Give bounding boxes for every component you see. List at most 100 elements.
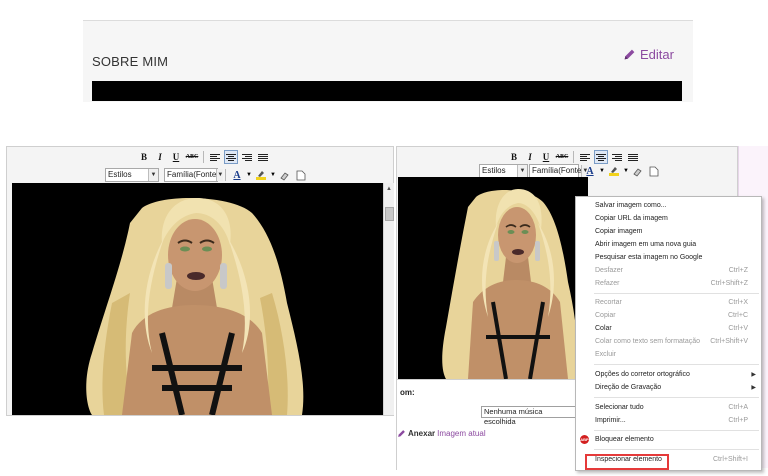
attach-row[interactable]: Anexar Imagem atual bbox=[397, 429, 486, 438]
menu-divider bbox=[594, 397, 759, 398]
align-right-button[interactable] bbox=[240, 150, 254, 164]
editor-image[interactable] bbox=[12, 183, 383, 415]
menu-item-spellcheck-options[interactable]: Opções do corretor ortográfico ▶ bbox=[576, 369, 761, 381]
editor-scrollbar[interactable]: ▲ bbox=[383, 183, 394, 415]
section-title: SOBRE MIM bbox=[92, 54, 169, 69]
menu-item-label: Desfazer bbox=[595, 267, 624, 274]
justify-icon bbox=[628, 153, 638, 161]
menu-item-label: Refazer bbox=[595, 280, 620, 287]
eraser-icon bbox=[633, 167, 642, 177]
bold-button[interactable]: B bbox=[137, 150, 151, 164]
avatar-doll-illustration bbox=[86, 197, 304, 415]
menu-item-paste[interactable]: Colar Ctrl+V bbox=[576, 323, 761, 335]
underline-button[interactable]: U bbox=[539, 150, 553, 164]
menu-divider bbox=[594, 449, 759, 450]
menu-item-copy-image[interactable]: Copiar imagem bbox=[576, 226, 761, 238]
align-center-icon bbox=[596, 153, 606, 161]
toolbar-divider bbox=[203, 151, 204, 163]
menu-item-cut: Recortar Ctrl+X bbox=[576, 297, 761, 309]
font-family-dropdown-value: Família(Fonte bbox=[532, 166, 582, 175]
align-center-button[interactable] bbox=[594, 150, 608, 164]
italic-button[interactable]: I bbox=[523, 150, 537, 164]
menu-item-label: Pesquisar esta imagem no Google bbox=[595, 254, 703, 261]
menu-item-shortcut: Ctrl+P bbox=[728, 417, 748, 424]
inspect-highlight-box bbox=[585, 454, 669, 470]
strikethrough-button[interactable]: ABC bbox=[555, 150, 569, 164]
menu-item-save-image[interactable]: Salvar imagem como... bbox=[576, 200, 761, 212]
attach-label: Anexar bbox=[408, 429, 436, 438]
menu-item-label: Abrir imagem em uma nova guia bbox=[595, 241, 697, 248]
menu-item-label: Salvar imagem como... bbox=[595, 202, 667, 209]
eraser-button[interactable] bbox=[278, 168, 292, 182]
formatting-toolbar: B I U ABC bbox=[137, 150, 270, 164]
context-menu: Salvar imagem como... Copiar URL da imag… bbox=[575, 196, 762, 471]
menu-item-label: Copiar URL da imagem bbox=[595, 215, 668, 222]
chevron-down-icon: ▼ bbox=[269, 172, 276, 178]
menu-item-shortcut: Ctrl+C bbox=[727, 312, 748, 319]
font-family-dropdown-value: Família(Fonte bbox=[167, 170, 217, 179]
font-family-dropdown[interactable]: Família(Fonte ▼ bbox=[164, 168, 224, 182]
menu-item-copy-image-url[interactable]: Copiar URL da imagem bbox=[576, 213, 761, 225]
text-color-button[interactable]: A bbox=[583, 164, 597, 178]
chevron-down-icon: ▼ bbox=[148, 169, 158, 181]
font-family-dropdown[interactable]: Família(Fonte ▼ bbox=[529, 164, 589, 178]
menu-item-label: Recortar bbox=[595, 299, 622, 306]
edit-button[interactable]: Editar bbox=[623, 47, 674, 62]
text-color-button[interactable]: A bbox=[230, 168, 244, 182]
editor-image[interactable] bbox=[398, 177, 588, 379]
eraser-icon bbox=[280, 171, 289, 181]
chevron-down-icon: ▼ bbox=[517, 165, 527, 177]
strikethrough-button[interactable]: ABC bbox=[185, 150, 199, 164]
italic-button[interactable]: I bbox=[153, 150, 167, 164]
underline-button[interactable]: U bbox=[169, 150, 183, 164]
align-center-button[interactable] bbox=[224, 150, 238, 164]
new-document-button[interactable] bbox=[294, 168, 308, 182]
menu-item-redo: Refazer Ctrl+Shift+Z bbox=[576, 278, 761, 290]
highlight-color-button[interactable] bbox=[254, 168, 268, 182]
menu-item-label: Colar como texto sem formatação bbox=[595, 338, 701, 345]
align-left-icon bbox=[210, 153, 220, 161]
highlight-color-button[interactable] bbox=[607, 164, 621, 178]
justify-button[interactable] bbox=[626, 150, 640, 164]
justify-button[interactable] bbox=[256, 150, 270, 164]
formatting-toolbar: B I U ABC bbox=[507, 150, 640, 164]
music-select[interactable]: Nenhuma música escolhida bbox=[481, 406, 577, 426]
toolbar-divider bbox=[573, 151, 574, 163]
menu-item-shortcut: Ctrl+X bbox=[728, 299, 748, 306]
menu-item-block-element[interactable]: ABP Bloquear elemento bbox=[576, 434, 761, 446]
menu-item-open-image-new-tab[interactable]: Abrir imagem em uma nova guia bbox=[576, 239, 761, 251]
align-left-button[interactable] bbox=[208, 150, 222, 164]
document-icon bbox=[296, 170, 306, 180]
eraser-button[interactable] bbox=[631, 164, 645, 178]
menu-item-copy: Copiar Ctrl+C bbox=[576, 310, 761, 322]
menu-item-paste-plain-text: Colar como texto sem formatação Ctrl+Shif… bbox=[576, 336, 761, 348]
scrollbar-thumb[interactable] bbox=[385, 207, 394, 221]
new-document-button[interactable] bbox=[647, 164, 661, 178]
styles-dropdown[interactable]: Estilos ▼ bbox=[105, 168, 159, 182]
bold-button[interactable]: B bbox=[507, 150, 521, 164]
submenu-arrow-icon: ▶ bbox=[751, 385, 756, 391]
align-right-icon bbox=[612, 153, 622, 161]
menu-item-label: Selecionar tudo bbox=[595, 404, 644, 411]
menu-item-print[interactable]: Imprimir... Ctrl+P bbox=[576, 415, 761, 427]
align-left-button[interactable] bbox=[578, 150, 592, 164]
adblock-icon: ABP bbox=[580, 435, 589, 444]
menu-item-label: Colar bbox=[595, 325, 612, 332]
align-right-button[interactable] bbox=[610, 150, 624, 164]
menu-item-writing-direction[interactable]: Direção de Gravação ▶ bbox=[576, 382, 761, 394]
menu-divider bbox=[594, 293, 759, 294]
scroll-up-icon[interactable]: ▲ bbox=[386, 186, 392, 192]
marker-icon bbox=[255, 171, 266, 180]
color-toolbar: A ▼ ▼ bbox=[583, 164, 661, 178]
styles-dropdown[interactable]: Estilos ▼ bbox=[479, 164, 528, 178]
avatar-doll-illustration bbox=[442, 189, 578, 379]
menu-item-select-all[interactable]: Selecionar tudo Ctrl+A bbox=[576, 402, 761, 414]
current-image-link[interactable]: Imagem atual bbox=[437, 429, 485, 438]
toolbar-divider bbox=[225, 169, 226, 181]
menu-item-undo: Desfazer Ctrl+Z bbox=[576, 265, 761, 277]
menu-item-search-image-google[interactable]: Pesquisar esta imagem no Google bbox=[576, 252, 761, 264]
justify-icon bbox=[258, 153, 268, 161]
document-icon bbox=[649, 166, 659, 176]
styles-dropdown-value: Estilos bbox=[108, 170, 132, 179]
align-center-icon bbox=[226, 153, 236, 161]
